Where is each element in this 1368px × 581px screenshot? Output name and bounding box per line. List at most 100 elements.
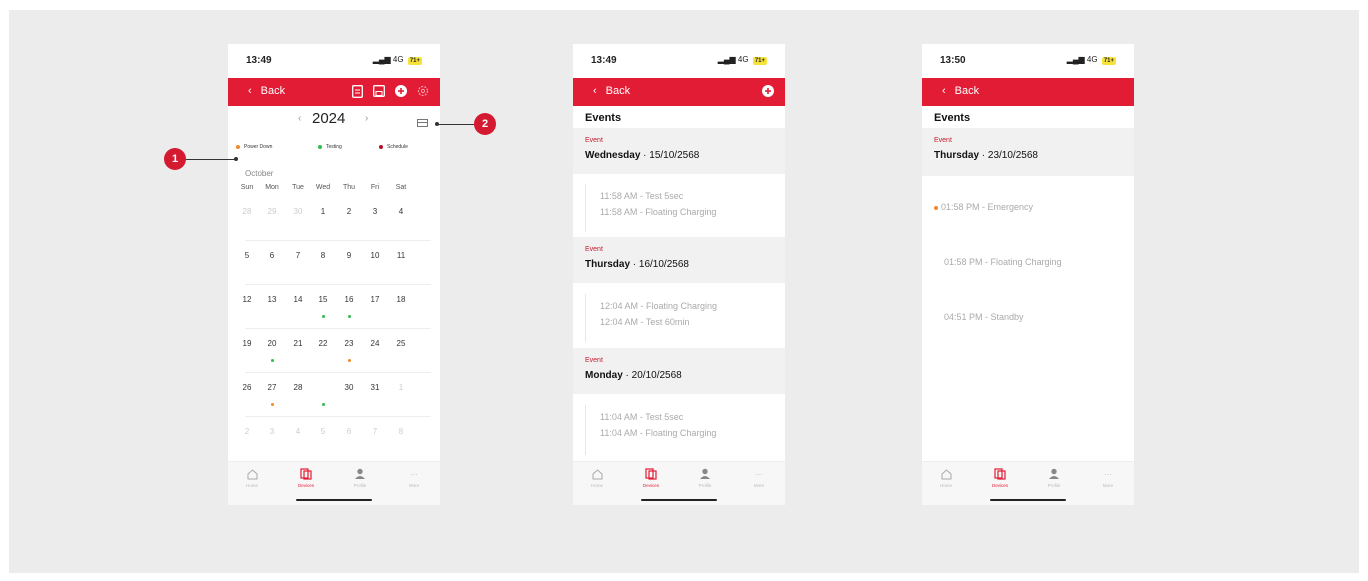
calendar-day[interactable]: 18 <box>390 295 412 304</box>
status-time: 13:49 <box>246 55 272 66</box>
add-circle-icon[interactable] <box>394 84 408 98</box>
calendar-day[interactable]: 2 <box>338 207 360 216</box>
calendar-day[interactable]: 7 <box>287 251 309 260</box>
calendar-day[interactable]: 30 <box>338 383 360 392</box>
battery-icon: 71+ <box>1101 57 1116 65</box>
calendar-day[interactable]: 28 <box>236 207 258 216</box>
calendar-day[interactable]: 6 <box>261 251 283 260</box>
calendar-day[interactable]: 14 <box>287 295 309 304</box>
calendar-day[interactable]: 27 <box>261 383 283 392</box>
calendar-day[interactable]: 3 <box>261 427 283 436</box>
status-bar: 13:49 ▂▄▆ 4G 71+ <box>573 44 785 78</box>
tab-label: Profile <box>1047 483 1061 488</box>
tab-profile[interactable]: Profile <box>1034 466 1074 488</box>
gear-icon[interactable] <box>416 84 430 98</box>
network-label: 4G <box>392 55 404 64</box>
tab-devices[interactable]: Devices <box>631 466 671 488</box>
calendar-day[interactable]: 25 <box>390 339 412 348</box>
tab-label: Devices <box>642 483 659 488</box>
calendar-day[interactable]: 17 <box>364 295 386 304</box>
weekday-label: Sun <box>240 184 254 191</box>
calendar-day[interactable]: 12 <box>236 295 258 304</box>
tab-profile[interactable]: Profile <box>685 466 725 488</box>
signal-icon: ▂▄▆ <box>717 55 736 64</box>
weekday-label: Sat <box>395 184 407 191</box>
top-bar: ‹ Back <box>573 78 785 106</box>
calendar-day[interactable]: 16 <box>338 295 360 304</box>
tab-more[interactable]: ··· More <box>1088 466 1128 489</box>
tab-home[interactable]: Home <box>577 466 617 488</box>
calendar-day[interactable]: 10 <box>364 251 386 260</box>
home-indicator <box>641 499 717 501</box>
callout-badge-2: 2 <box>474 113 496 135</box>
calendar-day-selected[interactable]: 29 <box>312 379 334 394</box>
calendar-day[interactable]: 29 <box>261 207 283 216</box>
signal-icon: ▂▄▆ <box>372 55 391 64</box>
calendar-day[interactable]: 24 <box>364 339 386 348</box>
calendar-day[interactable]: 2 <box>236 427 258 436</box>
legend-label: Schedule <box>387 144 408 150</box>
calendar-day[interactable]: 20 <box>261 339 283 348</box>
tab-label: Home <box>245 483 258 488</box>
calendar-day[interactable]: 4 <box>287 427 309 436</box>
calendar-day[interactable]: 26 <box>236 383 258 392</box>
calendar-day[interactable]: 15 <box>312 295 334 304</box>
calendar-day[interactable]: 19 <box>236 339 258 348</box>
back-button[interactable]: ‹ Back <box>248 85 285 97</box>
calendar-day[interactable]: 3 <box>364 207 386 216</box>
event-header[interactable]: Event Thursday · 16/10/2568 <box>573 237 785 283</box>
tab-devices[interactable]: Devices <box>286 466 326 488</box>
calendar-day[interactable]: 4 <box>390 207 412 216</box>
event-item: 11:04 AM - Floating Charging <box>600 428 717 438</box>
row-divider <box>245 372 431 373</box>
calendar-day[interactable]: 23 <box>338 339 360 348</box>
event-header[interactable]: Event Thursday · 23/10/2568 <box>922 128 1134 176</box>
calendar-day[interactable]: 31 <box>364 383 386 392</box>
event-date: Monday · 20/10/2568 <box>585 370 682 381</box>
event-item: 12:04 AM - Test 60min <box>600 317 690 327</box>
chevron-right-icon[interactable]: › <box>365 113 368 124</box>
calendar-day[interactable]: 1 <box>390 383 412 392</box>
calendar-day[interactable]: 9 <box>338 251 360 260</box>
testing-dot <box>318 144 322 149</box>
tab-home[interactable]: Home <box>926 466 966 488</box>
status-signal: ▂▄▆ 4G 71+ <box>373 55 422 65</box>
back-label: Back <box>605 85 631 97</box>
back-button[interactable]: ‹ Back <box>593 85 630 97</box>
calendar-day[interactable]: 28 <box>287 383 309 392</box>
calendar-day[interactable]: 22 <box>312 339 334 348</box>
tab-devices[interactable]: Devices <box>980 466 1020 488</box>
chevron-left-icon[interactable]: ‹ <box>298 113 301 124</box>
event-header[interactable]: Event Monday · 20/10/2568 <box>573 348 785 394</box>
tab-home[interactable]: Home <box>232 466 272 488</box>
calendar-day[interactable]: 5 <box>236 251 258 260</box>
calendar-day[interactable]: 7 <box>364 427 386 436</box>
back-button[interactable]: ‹ Back <box>942 85 979 97</box>
calendar-day[interactable]: 11 <box>390 251 412 260</box>
devices-icon <box>980 466 1020 482</box>
year-selector: ‹ 2024 › <box>228 106 440 132</box>
tab-more[interactable]: ··· More <box>739 466 779 489</box>
save-icon[interactable] <box>372 84 386 98</box>
home-icon <box>232 466 272 482</box>
tab-profile[interactable]: Profile <box>340 466 380 488</box>
profile-icon <box>1034 466 1074 482</box>
view-toggle-icon[interactable] <box>417 114 428 132</box>
schedule-dot <box>379 144 383 149</box>
legend-label: Power Down <box>244 144 273 150</box>
calendar-day[interactable]: 1 <box>312 207 334 216</box>
calendar-day[interactable]: 8 <box>390 427 412 436</box>
calendar-day[interactable]: 21 <box>287 339 309 348</box>
calendar-day[interactable]: 6 <box>338 427 360 436</box>
add-circle-icon[interactable] <box>761 84 775 98</box>
event-header[interactable]: Event Wednesday · 15/10/2568 <box>573 128 785 174</box>
calendar-day[interactable]: 30 <box>287 207 309 216</box>
calendar-day[interactable]: 8 <box>312 251 334 260</box>
event-items: 12:04 AM - Floating Charging 12:04 AM - … <box>585 294 782 342</box>
calendar-day[interactable]: 5 <box>312 427 334 436</box>
document-icon[interactable] <box>350 84 364 98</box>
event-tag: Event <box>585 246 603 253</box>
tab-more[interactable]: ··· More <box>394 466 434 489</box>
calendar-day[interactable]: 13 <box>261 295 283 304</box>
event-item-emergency: 01:58 PM - Emergency <box>934 202 1033 212</box>
